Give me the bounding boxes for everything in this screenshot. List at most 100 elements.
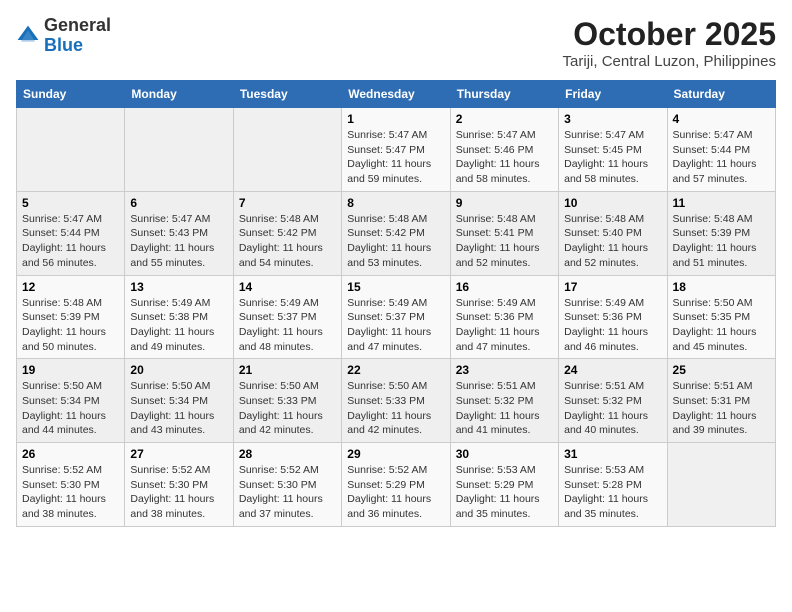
- day-cell: 9 Sunrise: 5:48 AM Sunset: 5:41 PM Daylig…: [450, 191, 558, 275]
- day-cell: 29Sunrise: 5:52 AM Sunset: 5:29 PM Dayli…: [342, 443, 450, 527]
- day-info: Sunrise: 5:50 AM Sunset: 5:34 PM Dayligh…: [130, 379, 227, 438]
- day-info: Sunrise: 5:51 AM Sunset: 5:31 PM Dayligh…: [673, 379, 770, 438]
- day-number: 13: [130, 280, 227, 294]
- day-number: 30: [456, 447, 553, 461]
- day-cell: 19 Sunrise: 5:50 AM Sunset: 5:34 PM Dayli…: [17, 359, 125, 443]
- day-info: Sunrise: 5:52 AM Sunset: 5:30 PM Dayligh…: [239, 463, 336, 522]
- day-cell: 16 Sunrise: 5:49 AM Sunset: 5:36 PM Dayli…: [450, 275, 558, 359]
- day-cell: 25 Sunrise: 5:51 AM Sunset: 5:31 PM Dayli…: [667, 359, 775, 443]
- day-number: 4: [673, 112, 770, 126]
- day-number: 24: [564, 363, 661, 377]
- day-number: 26: [22, 447, 119, 461]
- page-header: General Blue October 2025 Tariji, Centra…: [16, 16, 776, 70]
- day-cell: 17 Sunrise: 5:49 AM Sunset: 5:36 PM Dayli…: [559, 275, 667, 359]
- day-cell: 12Sunrise: 5:48 AM Sunset: 5:39 PM Dayli…: [17, 275, 125, 359]
- day-number: 25: [673, 363, 770, 377]
- day-number: 9: [456, 196, 553, 210]
- day-number: 15: [347, 280, 444, 294]
- day-info: Sunrise: 5:50 AM Sunset: 5:34 PM Dayligh…: [22, 379, 119, 438]
- day-number: 11: [673, 196, 770, 210]
- calendar-body: 1 Sunrise: 5:47 AM Sunset: 5:47 PM Daylig…: [17, 108, 776, 527]
- day-info: Sunrise: 5:48 AM Sunset: 5:40 PM Dayligh…: [564, 212, 661, 271]
- day-info: Sunrise: 5:53 AM Sunset: 5:29 PM Dayligh…: [456, 463, 553, 522]
- day-info: Sunrise: 5:49 AM Sunset: 5:36 PM Dayligh…: [564, 296, 661, 355]
- day-info: Sunrise: 5:48 AM Sunset: 5:41 PM Dayligh…: [456, 212, 553, 271]
- week-row-5: 26 Sunrise: 5:52 AM Sunset: 5:30 PM Dayli…: [17, 443, 776, 527]
- day-info: Sunrise: 5:47 AM Sunset: 5:44 PM Dayligh…: [673, 128, 770, 187]
- day-number: 19: [22, 363, 119, 377]
- logo: General Blue: [16, 16, 111, 56]
- logo-general-text: General: [44, 16, 111, 36]
- day-info: Sunrise: 5:49 AM Sunset: 5:37 PM Dayligh…: [347, 296, 444, 355]
- day-cell: 28Sunrise: 5:52 AM Sunset: 5:30 PM Dayli…: [233, 443, 341, 527]
- day-header-monday: Monday: [125, 81, 233, 108]
- day-number: 20: [130, 363, 227, 377]
- day-number: 14: [239, 280, 336, 294]
- day-number: 22: [347, 363, 444, 377]
- day-info: Sunrise: 5:51 AM Sunset: 5:32 PM Dayligh…: [456, 379, 553, 438]
- day-cell: 5 Sunrise: 5:47 AM Sunset: 5:44 PM Daylig…: [17, 191, 125, 275]
- day-cell: 15 Sunrise: 5:49 AM Sunset: 5:37 PM Dayli…: [342, 275, 450, 359]
- day-cell: 7 Sunrise: 5:48 AM Sunset: 5:42 PM Daylig…: [233, 191, 341, 275]
- day-info: Sunrise: 5:48 AM Sunset: 5:42 PM Dayligh…: [239, 212, 336, 271]
- day-cell: 2Sunrise: 5:47 AM Sunset: 5:46 PM Daylig…: [450, 108, 558, 192]
- day-number: 17: [564, 280, 661, 294]
- day-info: Sunrise: 5:52 AM Sunset: 5:30 PM Dayligh…: [130, 463, 227, 522]
- day-number: 27: [130, 447, 227, 461]
- day-info: Sunrise: 5:48 AM Sunset: 5:42 PM Dayligh…: [347, 212, 444, 271]
- day-number: 2: [456, 112, 553, 126]
- day-cell: 14 Sunrise: 5:49 AM Sunset: 5:37 PM Dayli…: [233, 275, 341, 359]
- day-cell: 20 Sunrise: 5:50 AM Sunset: 5:34 PM Dayli…: [125, 359, 233, 443]
- day-cell: 27 Sunrise: 5:52 AM Sunset: 5:30 PM Dayli…: [125, 443, 233, 527]
- header-row: SundayMondayTuesdayWednesdayThursdayFrid…: [17, 81, 776, 108]
- day-info: Sunrise: 5:50 AM Sunset: 5:33 PM Dayligh…: [347, 379, 444, 438]
- day-info: Sunrise: 5:49 AM Sunset: 5:37 PM Dayligh…: [239, 296, 336, 355]
- day-cell: 13 Sunrise: 5:49 AM Sunset: 5:38 PM Dayli…: [125, 275, 233, 359]
- day-number: 16: [456, 280, 553, 294]
- day-cell: 11Sunrise: 5:48 AM Sunset: 5:39 PM Dayli…: [667, 191, 775, 275]
- week-row-3: 12Sunrise: 5:48 AM Sunset: 5:39 PM Dayli…: [17, 275, 776, 359]
- day-info: Sunrise: 5:51 AM Sunset: 5:32 PM Dayligh…: [564, 379, 661, 438]
- day-header-wednesday: Wednesday: [342, 81, 450, 108]
- day-info: Sunrise: 5:47 AM Sunset: 5:45 PM Dayligh…: [564, 128, 661, 187]
- day-cell: 8 Sunrise: 5:48 AM Sunset: 5:42 PM Daylig…: [342, 191, 450, 275]
- logo-blue-text: Blue: [44, 36, 111, 56]
- day-info: Sunrise: 5:49 AM Sunset: 5:38 PM Dayligh…: [130, 296, 227, 355]
- day-number: 21: [239, 363, 336, 377]
- day-cell: [233, 108, 341, 192]
- day-cell: 3 Sunrise: 5:47 AM Sunset: 5:45 PM Daylig…: [559, 108, 667, 192]
- day-info: Sunrise: 5:47 AM Sunset: 5:47 PM Dayligh…: [347, 128, 444, 187]
- day-info: Sunrise: 5:49 AM Sunset: 5:36 PM Dayligh…: [456, 296, 553, 355]
- day-header-friday: Friday: [559, 81, 667, 108]
- day-cell: 4 Sunrise: 5:47 AM Sunset: 5:44 PM Daylig…: [667, 108, 775, 192]
- day-info: Sunrise: 5:52 AM Sunset: 5:29 PM Dayligh…: [347, 463, 444, 522]
- day-number: 3: [564, 112, 661, 126]
- day-cell: 21Sunrise: 5:50 AM Sunset: 5:33 PM Dayli…: [233, 359, 341, 443]
- calendar-table: SundayMondayTuesdayWednesdayThursdayFrid…: [16, 80, 776, 527]
- day-cell: 22 Sunrise: 5:50 AM Sunset: 5:33 PM Dayli…: [342, 359, 450, 443]
- day-number: 5: [22, 196, 119, 210]
- calendar-header: SundayMondayTuesdayWednesdayThursdayFrid…: [17, 81, 776, 108]
- day-number: 7: [239, 196, 336, 210]
- day-number: 6: [130, 196, 227, 210]
- day-cell: 31Sunrise: 5:53 AM Sunset: 5:28 PM Dayli…: [559, 443, 667, 527]
- day-info: Sunrise: 5:47 AM Sunset: 5:43 PM Dayligh…: [130, 212, 227, 271]
- day-number: 8: [347, 196, 444, 210]
- logo-icon: [16, 24, 40, 48]
- day-number: 18: [673, 280, 770, 294]
- day-header-thursday: Thursday: [450, 81, 558, 108]
- title-block: October 2025 Tariji, Central Luzon, Phil…: [563, 16, 776, 70]
- day-info: Sunrise: 5:53 AM Sunset: 5:28 PM Dayligh…: [564, 463, 661, 522]
- day-number: 23: [456, 363, 553, 377]
- day-info: Sunrise: 5:47 AM Sunset: 5:44 PM Dayligh…: [22, 212, 119, 271]
- day-cell: 30 Sunrise: 5:53 AM Sunset: 5:29 PM Dayli…: [450, 443, 558, 527]
- day-number: 12: [22, 280, 119, 294]
- day-cell: 10Sunrise: 5:48 AM Sunset: 5:40 PM Dayli…: [559, 191, 667, 275]
- day-number: 1: [347, 112, 444, 126]
- day-info: Sunrise: 5:50 AM Sunset: 5:35 PM Dayligh…: [673, 296, 770, 355]
- day-cell: 6 Sunrise: 5:47 AM Sunset: 5:43 PM Daylig…: [125, 191, 233, 275]
- day-cell: [17, 108, 125, 192]
- day-cell: 18 Sunrise: 5:50 AM Sunset: 5:35 PM Dayli…: [667, 275, 775, 359]
- day-header-saturday: Saturday: [667, 81, 775, 108]
- day-cell: 24 Sunrise: 5:51 AM Sunset: 5:32 PM Dayli…: [559, 359, 667, 443]
